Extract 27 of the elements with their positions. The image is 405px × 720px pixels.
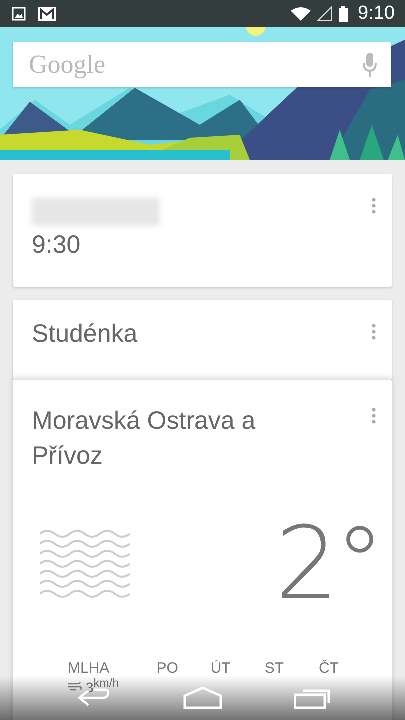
- temperature: 2°: [275, 514, 381, 614]
- place-card[interactable]: Studénka: [13, 300, 392, 380]
- recent-apps-icon[interactable]: [294, 687, 330, 709]
- more-icon[interactable]: [372, 198, 376, 214]
- clock-time: 9:10: [358, 2, 395, 24]
- wifi-icon: [291, 6, 312, 20]
- condition-label: MLHA: [68, 660, 111, 677]
- mail-icon: [38, 6, 56, 20]
- event-time: 9:30: [32, 231, 82, 260]
- home-icon[interactable]: [182, 686, 222, 710]
- card-title: Moravská Ostrava a Přívoz: [32, 406, 257, 472]
- microphone-icon[interactable]: [363, 52, 377, 76]
- search-bar[interactable]: Google: [13, 42, 391, 87]
- gallery-icon: [12, 6, 26, 20]
- day-label: ÚT: [210, 660, 232, 677]
- more-icon[interactable]: [372, 324, 376, 340]
- day-label: ČT: [318, 660, 340, 677]
- battery-icon: [339, 6, 348, 22]
- search-field[interactable]: Google: [27, 48, 363, 80]
- wind-icon: [68, 681, 82, 692]
- fog-icon: [40, 528, 130, 600]
- card-title: Studénka: [32, 320, 139, 349]
- day-label: ST: [264, 660, 286, 677]
- day-label: PO: [156, 660, 180, 677]
- event-card[interactable]: 9:30: [13, 174, 392, 287]
- more-icon[interactable]: [372, 408, 376, 424]
- signal-icon: [317, 6, 334, 22]
